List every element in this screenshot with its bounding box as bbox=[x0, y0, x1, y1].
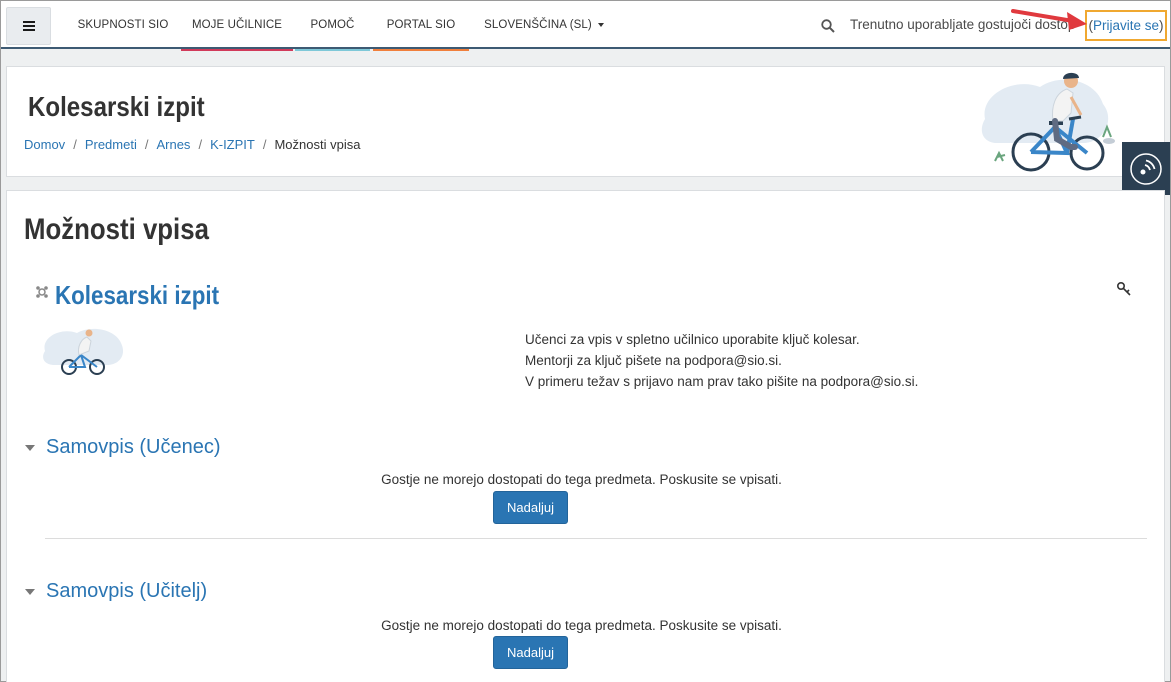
continue-button[interactable]: Nadaljuj bbox=[493, 636, 568, 669]
breadcrumb-arnes[interactable]: Arnes bbox=[156, 137, 190, 152]
login-highlight-box: ( Prijavite se ) bbox=[1085, 10, 1167, 41]
nav-accent-bar bbox=[373, 49, 469, 51]
course-icon bbox=[36, 286, 48, 298]
nav-item-pomoc[interactable]: POMOČ bbox=[295, 1, 370, 51]
section-title: Samovpis (Učitelj) bbox=[46, 580, 208, 602]
caret-down-icon bbox=[597, 23, 604, 27]
breadcrumb-separator: / bbox=[73, 137, 77, 152]
menu-toggle-button[interactable] bbox=[6, 7, 51, 45]
section-toggle-ucenec[interactable]: Samovpis (Učenec) bbox=[25, 436, 221, 459]
section-title: Samovpis (Učenec) bbox=[46, 436, 221, 458]
page-title: Možnosti vpisa bbox=[24, 213, 209, 246]
nav-accent-bar bbox=[295, 49, 370, 51]
listen-icon bbox=[1130, 152, 1162, 185]
hamburger-icon bbox=[22, 21, 35, 31]
breadcrumb-separator: / bbox=[198, 137, 203, 152]
nav-item-moje-ucilnice[interactable]: MOJE UČILNICE bbox=[181, 1, 293, 51]
breadcrumb: Domov / Predmeti / Arnes / K-IZPIT / Mož… bbox=[24, 137, 360, 152]
course-thumbnail-image bbox=[43, 328, 124, 375]
accessibility-float-button[interactable] bbox=[1122, 142, 1170, 195]
guest-notice: Gostje ne morejo dostopati do tega predm… bbox=[381, 618, 782, 633]
breadcrumb-domov[interactable]: Domov bbox=[24, 137, 65, 152]
guest-notice: Gostje ne morejo dostopati do tega predm… bbox=[381, 472, 782, 487]
nav-accent-bar bbox=[181, 49, 293, 51]
course-summary: Učenci za vpis v spletno učilnico uporab… bbox=[525, 332, 919, 389]
nav-item-skupnosti[interactable]: SKUPNOSTI SIO bbox=[68, 1, 178, 49]
login-link[interactable]: Prijavite se bbox=[1093, 18, 1159, 33]
breadcrumb-current: Možnosti vpisa bbox=[274, 137, 361, 152]
arrow-annotation-icon bbox=[1011, 9, 1087, 30]
key-icon bbox=[1116, 281, 1131, 296]
caret-down-icon bbox=[25, 444, 35, 451]
nav-item-portal-sio[interactable]: PORTAL SIO bbox=[373, 1, 469, 51]
course-title: Kolesarski izpit bbox=[28, 91, 205, 122]
page-header: Kolesarski izpit Domov / Predmeti / Arne… bbox=[6, 66, 1165, 177]
breadcrumb-predmeti[interactable]: Predmeti bbox=[85, 137, 137, 152]
search-icon[interactable] bbox=[821, 19, 835, 33]
breadcrumb-k-izpit[interactable]: K-IZPIT bbox=[210, 137, 255, 152]
cyclist-illustration bbox=[981, 72, 1115, 172]
breadcrumb-separator: / bbox=[262, 137, 267, 152]
section-divider bbox=[45, 538, 1147, 539]
caret-down-icon bbox=[25, 588, 35, 595]
breadcrumb-separator: / bbox=[144, 137, 149, 152]
top-navbar: SKUPNOSTI SIO MOJE UČILNICE POMOČ PORTAL… bbox=[1, 1, 1170, 51]
continue-button[interactable]: Nadaljuj bbox=[493, 491, 568, 524]
main-content: Možnosti vpisa Kolesarski izpit Učenci z… bbox=[6, 190, 1165, 682]
language-dropdown[interactable]: SLOVENŠČINA (SL) bbox=[479, 1, 609, 49]
section-toggle-ucitelj[interactable]: Samovpis (Učitelj) bbox=[25, 580, 207, 603]
course-name-link[interactable]: Kolesarski izpit bbox=[55, 280, 219, 311]
